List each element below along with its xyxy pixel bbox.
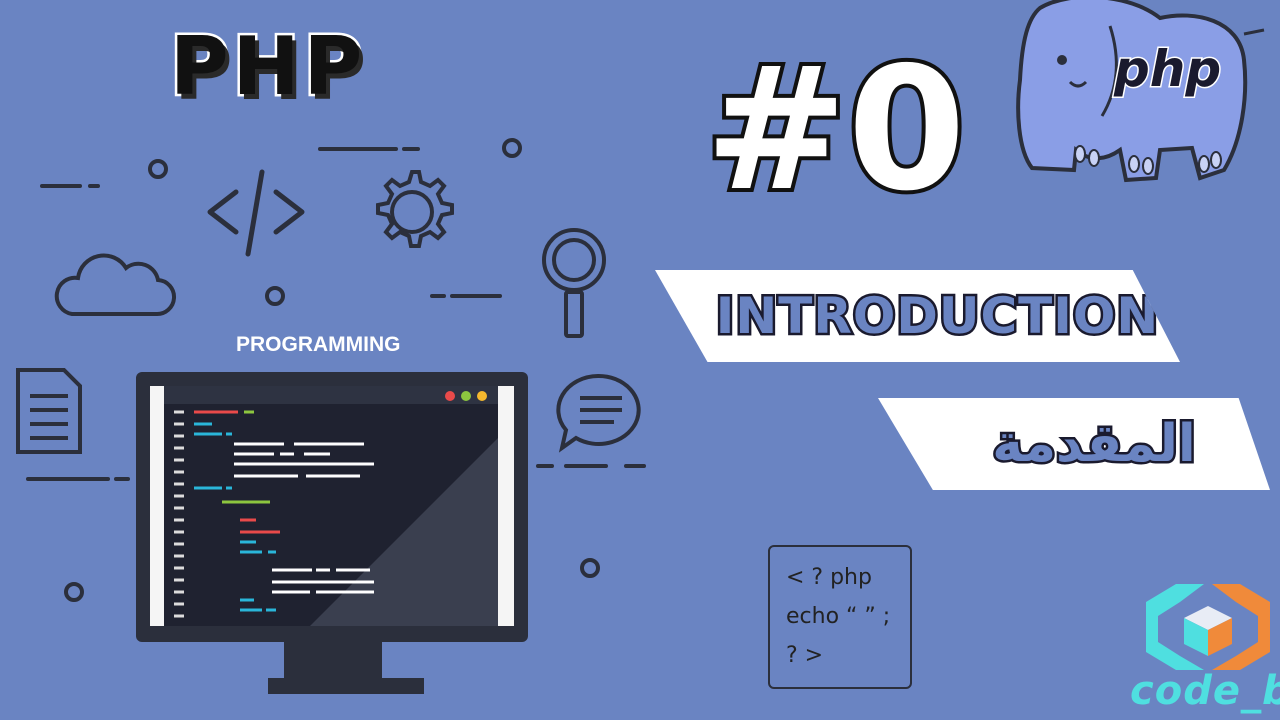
cloud-icon: [54, 253, 176, 317]
document-icon: [16, 368, 82, 454]
code-bh-logo: [1146, 584, 1270, 670]
code-icon: [207, 169, 305, 257]
programming-label: PROGRAMMING: [236, 333, 401, 356]
monitor-illustration: [136, 372, 528, 694]
php-elephant-logo: php: [1010, 0, 1272, 190]
episode-number: #0: [701, 27, 970, 233]
code-line: echo “ ” ;: [786, 604, 891, 629]
code-line: < ? php: [786, 565, 872, 590]
subtitle-en: INTRODUCTION: [713, 285, 1160, 348]
search-icon: [542, 228, 606, 338]
subtitle-banner-ar: المقدمة: [878, 398, 1270, 490]
code-line: ? >: [786, 643, 824, 668]
chat-icon: [556, 373, 641, 453]
subtitle-banner-en: INTRODUCTION: [655, 270, 1180, 362]
gear-icon: [376, 170, 454, 248]
code-snippet-box: < ? php echo “ ” ; ? >: [768, 545, 912, 689]
subtitle-ar: المقدمة: [990, 412, 1198, 477]
php-logo-text: php: [1113, 39, 1223, 100]
brand-name: code_bh: [1130, 668, 1280, 714]
